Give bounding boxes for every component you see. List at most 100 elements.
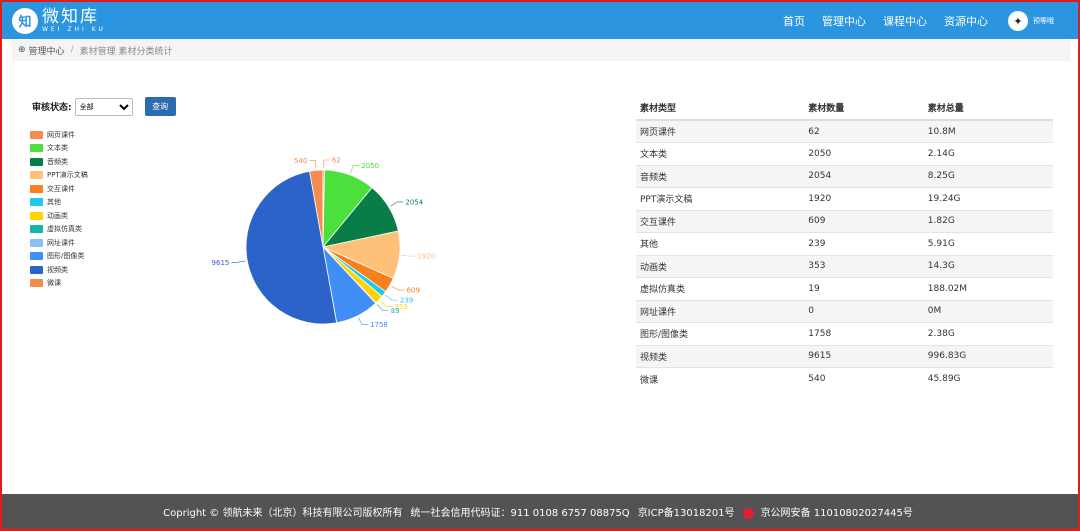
legend-item[interactable]: 文本类 (30, 142, 88, 156)
cell-count: 2054 (804, 164, 924, 188)
table-row: 文本类 2050 2.14G (636, 142, 1053, 165)
cell-type: 虚拟仿真类 (636, 277, 805, 300)
cell-type: 文本类 (636, 142, 805, 165)
pie-data-label: 2054 (405, 198, 423, 206)
nav-course-center[interactable]: 课程中心 (883, 13, 927, 29)
legend-swatch (30, 265, 43, 274)
cell-size: 5.91G (923, 232, 1053, 255)
legend-label: 视频类 (47, 265, 68, 274)
cell-count: 62 (804, 119, 924, 143)
cell-size: 2.38G (923, 322, 1053, 345)
legend-swatch (30, 279, 43, 288)
cell-size: 996.83G (923, 344, 1053, 368)
table-row: 虚拟仿真类 19 188.02M (636, 277, 1053, 300)
legend-swatch (30, 184, 43, 193)
table-row: 交互课件 609 1.82G (636, 209, 1053, 233)
police-badge-icon (742, 507, 754, 519)
cell-size: 10.8M (923, 119, 1053, 143)
footer: Copright © 领航未来（北京）科技有限公司版权所有 统一社会信用代码证：… (2, 494, 1078, 529)
legend-label: 音频类 (47, 157, 68, 166)
legend-label: 其他 (47, 198, 61, 207)
table-row: 视频类 9615 996.83G (636, 344, 1053, 368)
legend-label: 虚拟仿真类 (47, 225, 82, 234)
logo-title: 微知库 (42, 6, 99, 27)
cell-type: 音频类 (636, 164, 805, 188)
cell-count: 9615 (804, 344, 924, 368)
status-select[interactable]: 全部 (74, 97, 133, 116)
pie-label-line (350, 165, 360, 174)
breadcrumb-home[interactable]: 管理中心 (29, 44, 65, 57)
nav-admin-center[interactable]: 管理中心 (822, 13, 866, 29)
legend-item[interactable]: 交互课件 (30, 182, 88, 196)
cell-type: 微课 (636, 367, 805, 390)
cell-type: PPT演示文稿 (636, 187, 805, 210)
avatar[interactable]: ✦ (1008, 11, 1028, 31)
cell-count: 0 (804, 299, 924, 323)
pie-data-label: 9615 (212, 259, 230, 267)
pie-label-line (309, 160, 317, 169)
pie-label-line (323, 159, 330, 169)
legend-item[interactable]: 网页课件 (30, 128, 88, 142)
footer-police[interactable]: 京公网安备 11010802027445号 (761, 508, 913, 519)
legend-label: 微课 (47, 279, 61, 288)
cell-count: 2050 (804, 142, 924, 165)
cell-size: 1.82G (923, 209, 1053, 233)
table-header-row: 素材类型 素材数量 素材总量 (636, 96, 1053, 121)
legend-label: PPT演示文稿 (47, 171, 88, 180)
username[interactable]: 预等哦 (1033, 16, 1054, 26)
cell-type: 动画类 (636, 254, 805, 278)
cell-count: 609 (804, 209, 924, 233)
legend-item[interactable]: 视频类 (30, 263, 88, 277)
table-row: 其他 239 5.91G (636, 232, 1053, 255)
table-row: 动画类 353 14.3G (636, 254, 1053, 278)
cell-size: 45.89G (923, 367, 1053, 390)
legend-swatch (30, 157, 43, 166)
column-header-count: 素材数量 (804, 96, 924, 121)
footer-credit-code: 统一社会信用代码证：911 0108 6757 08875Q (410, 508, 630, 519)
table-row: 图形/图像类 1758 2.38G (636, 322, 1053, 345)
query-button[interactable]: 查询 (144, 97, 176, 116)
legend-item[interactable]: 虚拟仿真类 (30, 223, 88, 237)
pie-label-line (231, 260, 246, 263)
pie-label-line (380, 300, 393, 307)
legend-item[interactable]: 动画类 (30, 209, 88, 223)
legend-swatch (30, 171, 43, 180)
cell-size: 19.24G (923, 187, 1053, 210)
table-row: 音频类 2054 8.25G (636, 164, 1053, 188)
legend-item[interactable]: 微课 (30, 277, 88, 291)
pie-label-line (390, 201, 404, 207)
footer-icp[interactable]: 京ICP备13018201号 (638, 504, 735, 519)
pie-label-line (358, 317, 369, 326)
user-menu[interactable]: ✦ 预等哦 (1008, 11, 1054, 31)
pie-data-label: 2050 (361, 162, 379, 170)
nav-home[interactable]: 首页 (783, 13, 805, 29)
cell-type: 图形/图像类 (636, 322, 805, 345)
legend-item[interactable]: 其他 (30, 196, 88, 210)
cell-type: 网页课件 (636, 119, 805, 143)
cell-size: 188.02M (923, 277, 1053, 300)
logo-icon: 知 (12, 7, 38, 34)
legend-label: 交互课件 (47, 184, 75, 193)
pie-chart: 540 6220502054192060923935319017589615 (212, 157, 436, 330)
breadcrumb-separator: / (70, 45, 74, 55)
main-nav: 首页 管理中心 课程中心 资源中心 (766, 2, 988, 39)
legend-item[interactable]: 音频类 (30, 155, 88, 169)
pie-data-label: 1758 (370, 321, 388, 329)
table-row: 网页课件 62 10.8M (636, 119, 1053, 143)
legend-swatch (30, 238, 43, 247)
logo[interactable]: 知 微知库 WEI ZHI KU (12, 6, 106, 34)
cell-count: 239 (804, 232, 924, 255)
pie-data-label: 1920 (418, 253, 436, 261)
cell-size: 8.25G (923, 164, 1053, 188)
chart-legend: 网页课件 文本类 音频类 PPT演示文稿 交互课件其他动画类虚拟仿真类网址课件 图形/图像… (30, 128, 88, 290)
cell-type: 交互课件 (636, 209, 805, 233)
cell-size: 2.14G (923, 142, 1053, 165)
legend-item[interactable]: 图形/图像类 (30, 250, 88, 264)
cell-count: 353 (804, 254, 924, 278)
legend-item[interactable]: 网址课件 (30, 236, 88, 250)
table-row: 微课 540 45.89G (636, 367, 1053, 390)
nav-resource-center[interactable]: 资源中心 (944, 13, 988, 29)
legend-item[interactable]: PPT演示文稿 (30, 169, 88, 183)
cell-type: 视频类 (636, 344, 805, 368)
cell-size: 14.3G (923, 254, 1053, 278)
